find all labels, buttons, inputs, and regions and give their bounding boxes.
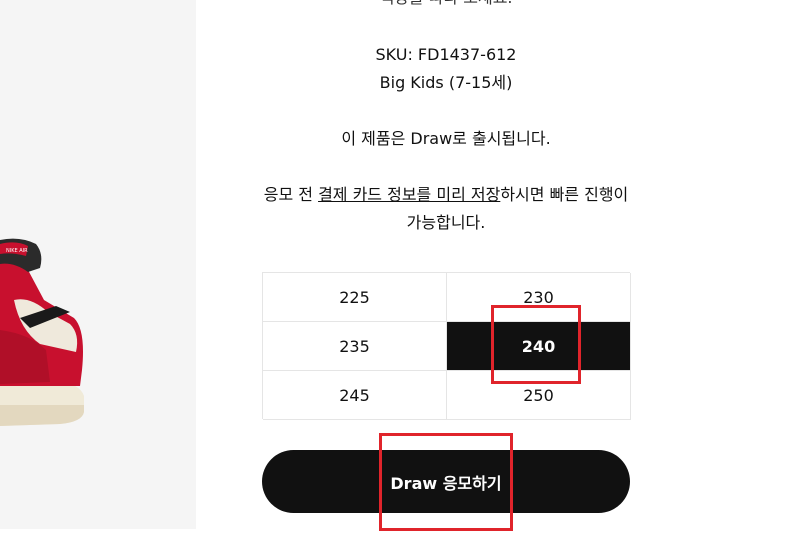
payment-notice-line2: 가능합니다.	[406, 213, 486, 232]
size-group-text: Big Kids (7-15세)	[379, 73, 513, 92]
description-text: 색상을 따라 보세요.	[230, 0, 662, 8]
payment-notice: 응모 전 결제 카드 정보를 미리 저장하시면 빠른 진행이	[230, 185, 662, 205]
payment-notice-suffix: 하시면 빠른 진행이	[500, 185, 629, 204]
size-option-225[interactable]: 225	[263, 273, 447, 322]
payment-notice-prefix: 응모 전	[263, 185, 319, 204]
highlight-box-button	[379, 433, 513, 531]
product-image-panel: NIKE AIR	[0, 0, 196, 529]
save-payment-link[interactable]: 결제 카드 정보를 미리 저장	[318, 185, 500, 204]
highlight-box-size	[491, 305, 581, 384]
svg-text:NIKE AIR: NIKE AIR	[6, 248, 28, 254]
draw-notice: 이 제품은 Draw로 출시됩니다.	[341, 129, 551, 148]
size-option-235[interactable]: 235	[263, 322, 447, 371]
sku-text: SKU: FD1437-612	[375, 45, 517, 64]
sneaker-image: NIKE AIR	[0, 238, 84, 426]
size-option-245[interactable]: 245	[263, 371, 447, 420]
